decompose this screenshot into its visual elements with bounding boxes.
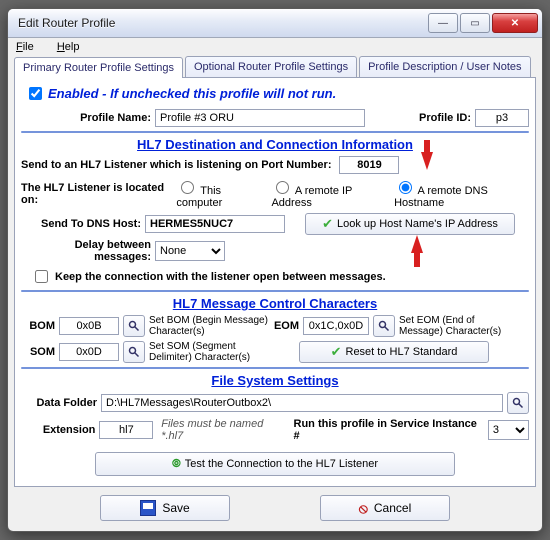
delay-label: Delay between messages: bbox=[21, 239, 155, 263]
mcc-heading: HL7 Message Control Characters bbox=[21, 296, 529, 311]
menu-file[interactable]: File bbox=[16, 41, 44, 53]
send-port-label: Send to an HL7 Listener which is listeni… bbox=[21, 159, 331, 171]
profile-id-label: Profile ID: bbox=[401, 112, 475, 124]
dest-heading: HL7 Destination and Connection Informati… bbox=[21, 137, 529, 152]
som-label: SOM bbox=[21, 346, 59, 358]
eom-label: EOM bbox=[269, 320, 303, 332]
extension-label: Extension bbox=[21, 424, 99, 436]
save-button[interactable]: Save bbox=[100, 495, 230, 521]
fs-heading: File System Settings bbox=[21, 373, 529, 388]
data-folder-browse-button[interactable] bbox=[507, 392, 529, 414]
tab-optional[interactable]: Optional Router Profile Settings bbox=[185, 56, 357, 77]
check-icon: ✔ bbox=[331, 344, 342, 360]
data-folder-input[interactable] bbox=[101, 394, 503, 412]
tab-primary-page: Enabled - If unchecked this profile will… bbox=[14, 78, 536, 487]
save-icon bbox=[140, 500, 156, 516]
bom-browse-button[interactable] bbox=[123, 315, 145, 337]
som-input[interactable] bbox=[59, 343, 119, 361]
instance-select[interactable]: 3 bbox=[488, 420, 529, 440]
extension-input[interactable] bbox=[99, 421, 153, 439]
bom-input[interactable] bbox=[59, 317, 119, 335]
magnifier-icon bbox=[128, 346, 140, 358]
dns-host-input[interactable] bbox=[145, 215, 285, 233]
check-icon: ✔ bbox=[322, 216, 333, 232]
som-btn-label: Set SOM (Segment Delimiter) Character(s) bbox=[149, 341, 269, 363]
menubar: File Help bbox=[8, 38, 542, 56]
radio-remote-ip[interactable]: A remote IP Address bbox=[271, 178, 384, 209]
cancel-button[interactable]: ⦸ Cancel bbox=[320, 495, 450, 521]
tabstrip: Primary Router Profile Settings Optional… bbox=[14, 56, 536, 78]
extension-hint: Files must be named *.hl7 bbox=[161, 418, 285, 442]
test-connection-button[interactable]: ⦾ Test the Connection to the HL7 Listene… bbox=[95, 452, 455, 476]
eom-input[interactable] bbox=[303, 317, 369, 335]
som-browse-button[interactable] bbox=[123, 341, 145, 363]
magnifier-icon bbox=[512, 397, 524, 409]
cancel-icon: ⦸ bbox=[359, 500, 368, 517]
located-label: The HL7 Listener is located on: bbox=[21, 182, 171, 206]
profile-name-input[interactable] bbox=[155, 109, 365, 127]
profile-name-label: Profile Name: bbox=[21, 112, 155, 124]
reset-hl7-button[interactable]: ✔ Reset to HL7 Standard bbox=[299, 341, 489, 363]
annotation-arrow-down-icon bbox=[421, 152, 433, 170]
dns-host-label: Send To DNS Host: bbox=[21, 218, 145, 230]
edit-router-profile-window: Edit Router Profile — ▭ ✕ File Help Prim… bbox=[7, 8, 543, 532]
titlebar[interactable]: Edit Router Profile — ▭ ✕ bbox=[8, 9, 542, 38]
profile-id-input[interactable] bbox=[475, 109, 529, 127]
instance-label: Run this profile in Service Instance # bbox=[294, 418, 482, 442]
keep-connection-checkbox[interactable] bbox=[35, 270, 48, 283]
enabled-label: Enabled - If unchecked this profile will… bbox=[48, 86, 336, 101]
radio-remote-dns[interactable]: A remote DNS Hostname bbox=[394, 178, 529, 209]
menu-help[interactable]: Help bbox=[57, 41, 90, 53]
tab-primary[interactable]: Primary Router Profile Settings bbox=[14, 57, 183, 78]
minimize-button[interactable]: — bbox=[428, 13, 458, 33]
port-input[interactable] bbox=[339, 156, 399, 174]
data-folder-label: Data Folder bbox=[21, 397, 101, 409]
delay-select[interactable]: None bbox=[155, 241, 225, 261]
bom-label: BOM bbox=[21, 320, 59, 332]
eom-browse-button[interactable] bbox=[373, 315, 395, 337]
wifi-icon: ⦾ bbox=[172, 458, 179, 471]
keep-connection-label: Keep the connection with the listener op… bbox=[55, 271, 386, 283]
tab-description[interactable]: Profile Description / User Notes bbox=[359, 56, 530, 77]
radio-this-computer[interactable]: This computer bbox=[176, 178, 262, 209]
maximize-button[interactable]: ▭ bbox=[460, 13, 490, 33]
magnifier-icon bbox=[128, 320, 140, 332]
bom-btn-label: Set BOM (Begin Message) Character(s) bbox=[149, 315, 269, 337]
window-title: Edit Router Profile bbox=[18, 16, 426, 30]
lookup-hostname-button[interactable]: ✔ Look up Host Name's IP Address bbox=[305, 213, 515, 235]
close-button[interactable]: ✕ bbox=[492, 13, 538, 33]
annotation-arrow-up-icon bbox=[411, 235, 423, 253]
eom-btn-label: Set EOM (End of Message) Character(s) bbox=[399, 315, 509, 337]
enabled-checkbox[interactable] bbox=[29, 87, 42, 100]
magnifier-icon bbox=[378, 320, 390, 332]
